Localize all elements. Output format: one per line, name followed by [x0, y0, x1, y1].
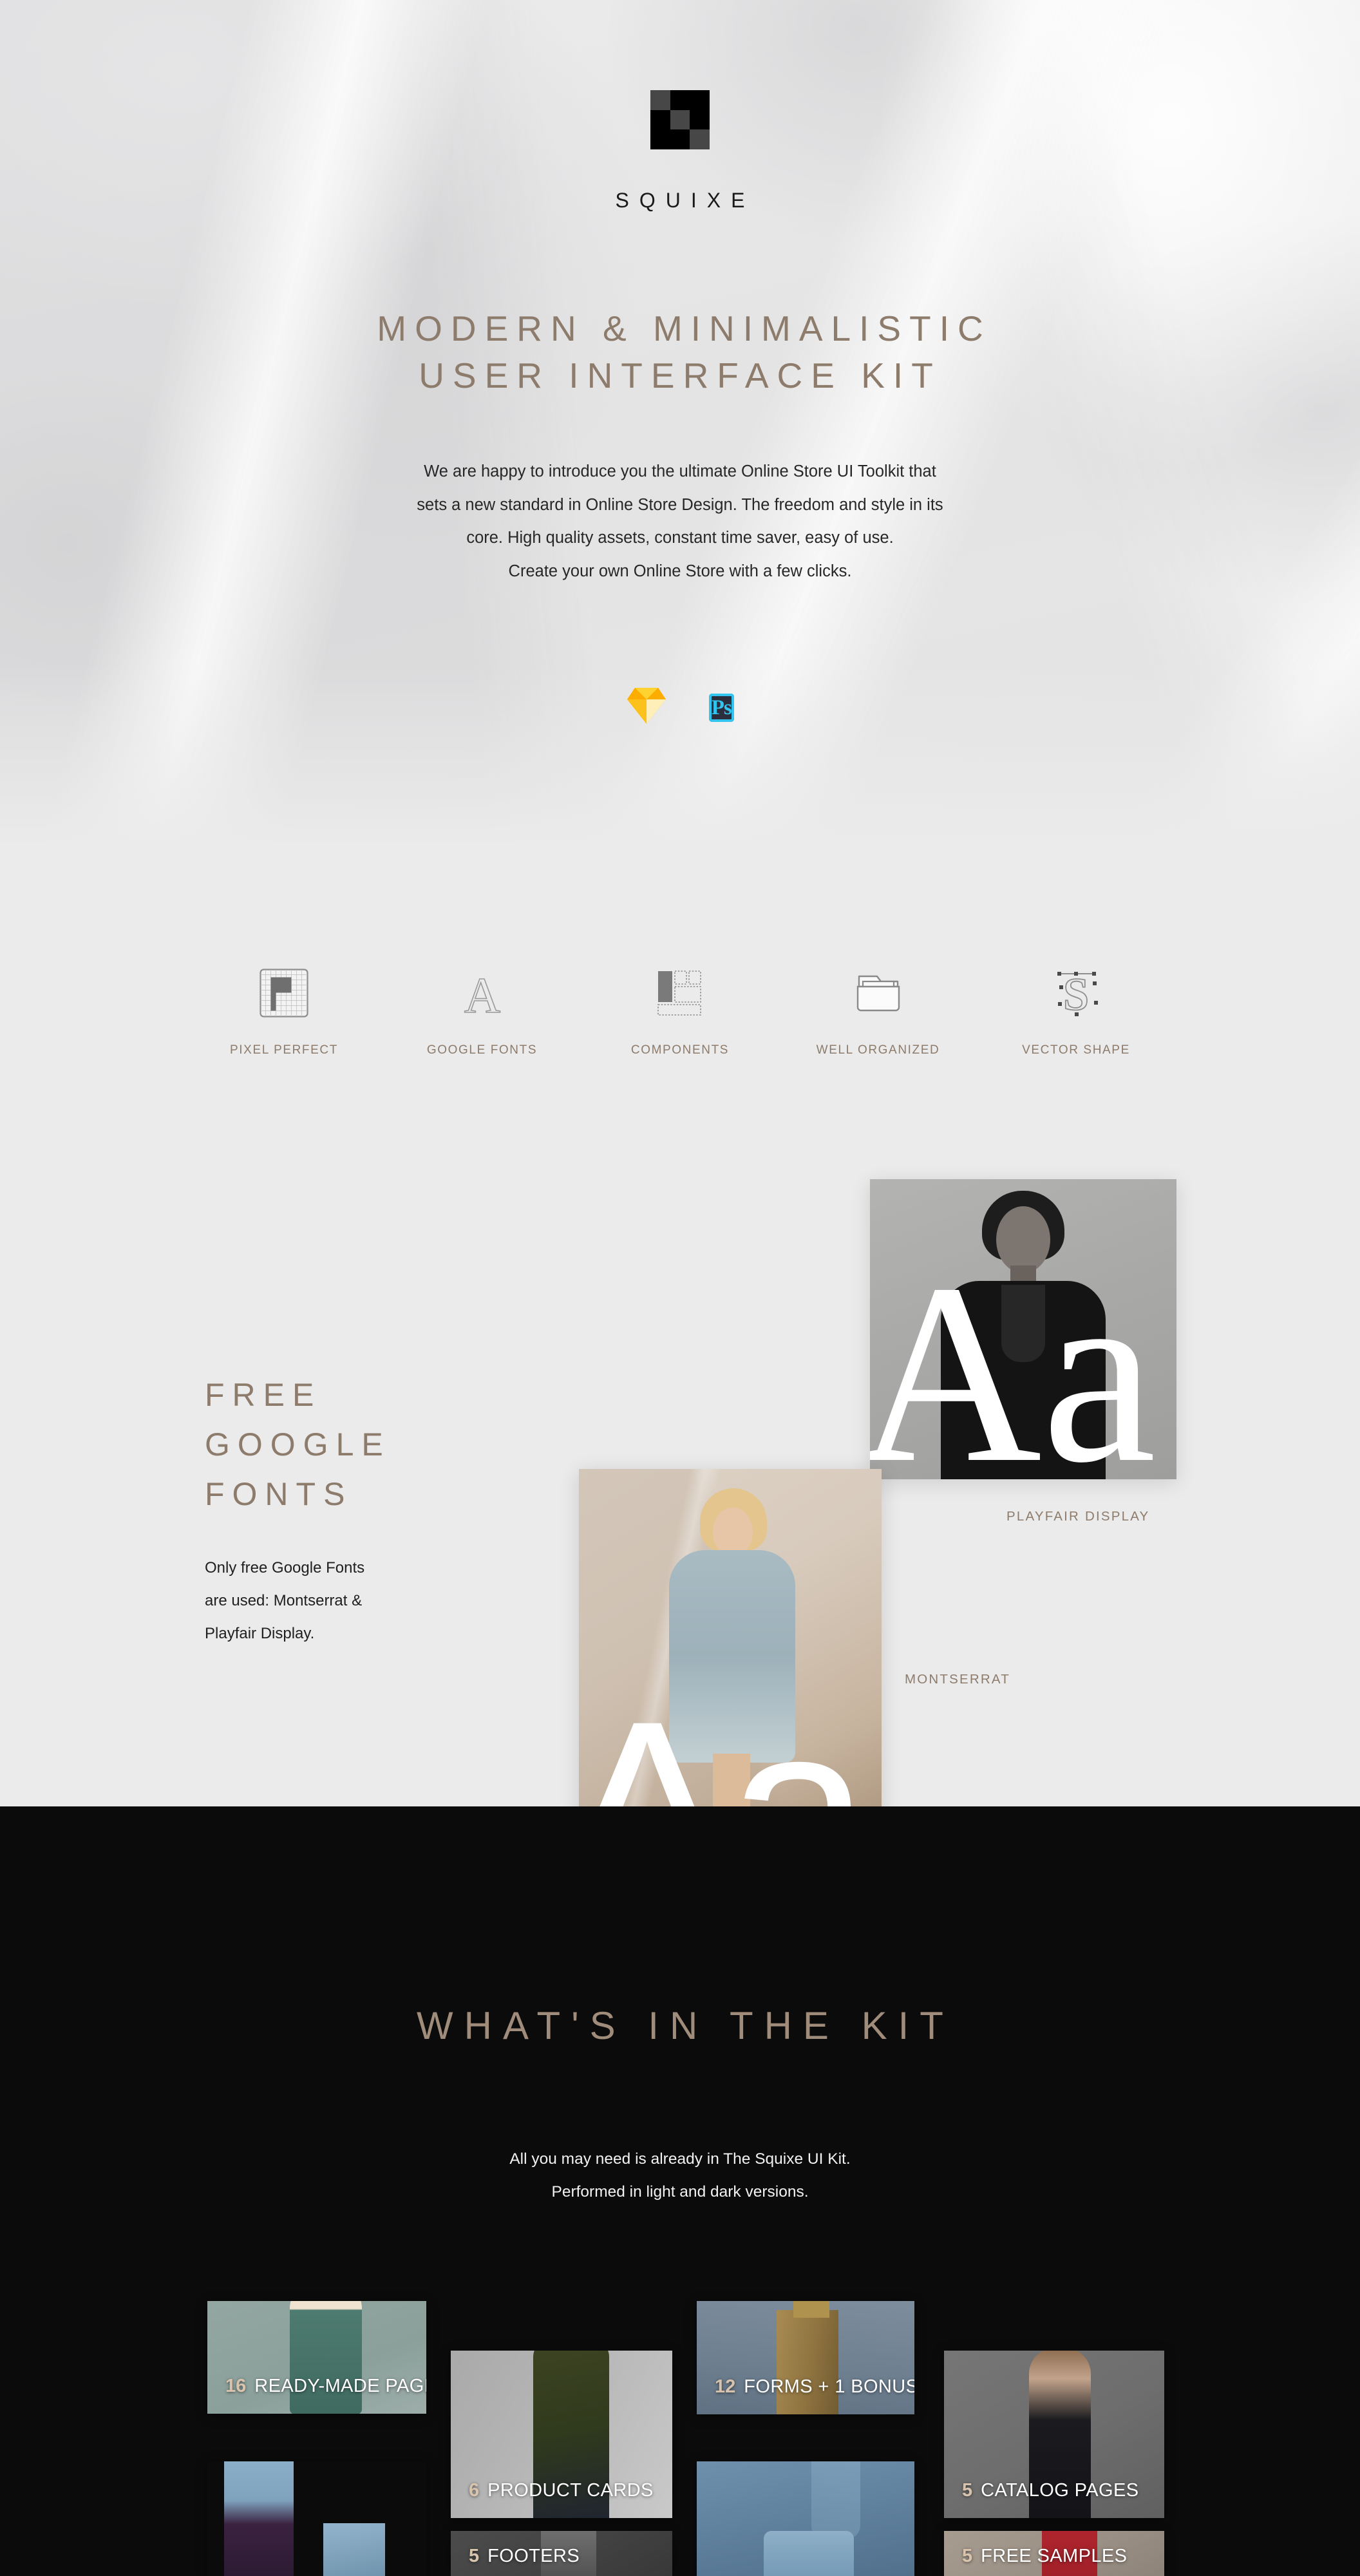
- kit-card[interactable]: [697, 2461, 914, 2576]
- kit-card[interactable]: 16 READY-MADE PAGES: [207, 2301, 426, 2414]
- kit-card-number: 5: [469, 2546, 480, 2566]
- kit-card-number: 12: [715, 2376, 736, 2397]
- kit-card-number: 5: [962, 2546, 973, 2566]
- kit-card[interactable]: 5 CATALOG PAGES: [944, 2351, 1164, 2518]
- kit-card-label: FORMS + 1 BONUS: [744, 2376, 914, 2397]
- kit-card-label: READY-MADE PAGES: [254, 2376, 426, 2396]
- kit-card-label: FOOTERS: [487, 2546, 580, 2566]
- kit-card-label: FREE SAMPLES: [981, 2546, 1128, 2566]
- squixe-landing-page: SQUIXE MODERN & MINIMALISTIC USER INTERF…: [0, 0, 1360, 2576]
- kit-card-label: CATALOG PAGES: [981, 2480, 1139, 2501]
- kit-card-number: 5: [962, 2480, 973, 2501]
- kit-card[interactable]: [207, 2461, 426, 2576]
- kit-card[interactable]: 6 PRODUCT CARDS: [451, 2351, 672, 2518]
- kit-card[interactable]: 5 FOOTERS: [451, 2531, 672, 2576]
- kit-card-label: PRODUCT CARDS: [487, 2480, 654, 2501]
- kit-card[interactable]: 12 FORMS + 1 BONUS: [697, 2301, 914, 2414]
- kit-card-number: 16: [225, 2376, 247, 2396]
- kit-card[interactable]: 5 FREE SAMPLES: [944, 2531, 1164, 2576]
- kit-card-number: 6: [469, 2480, 480, 2501]
- kit-card-grid: 16 READY-MADE PAGES 6 PRODUCT CARDS 12 F…: [0, 0, 1360, 2576]
